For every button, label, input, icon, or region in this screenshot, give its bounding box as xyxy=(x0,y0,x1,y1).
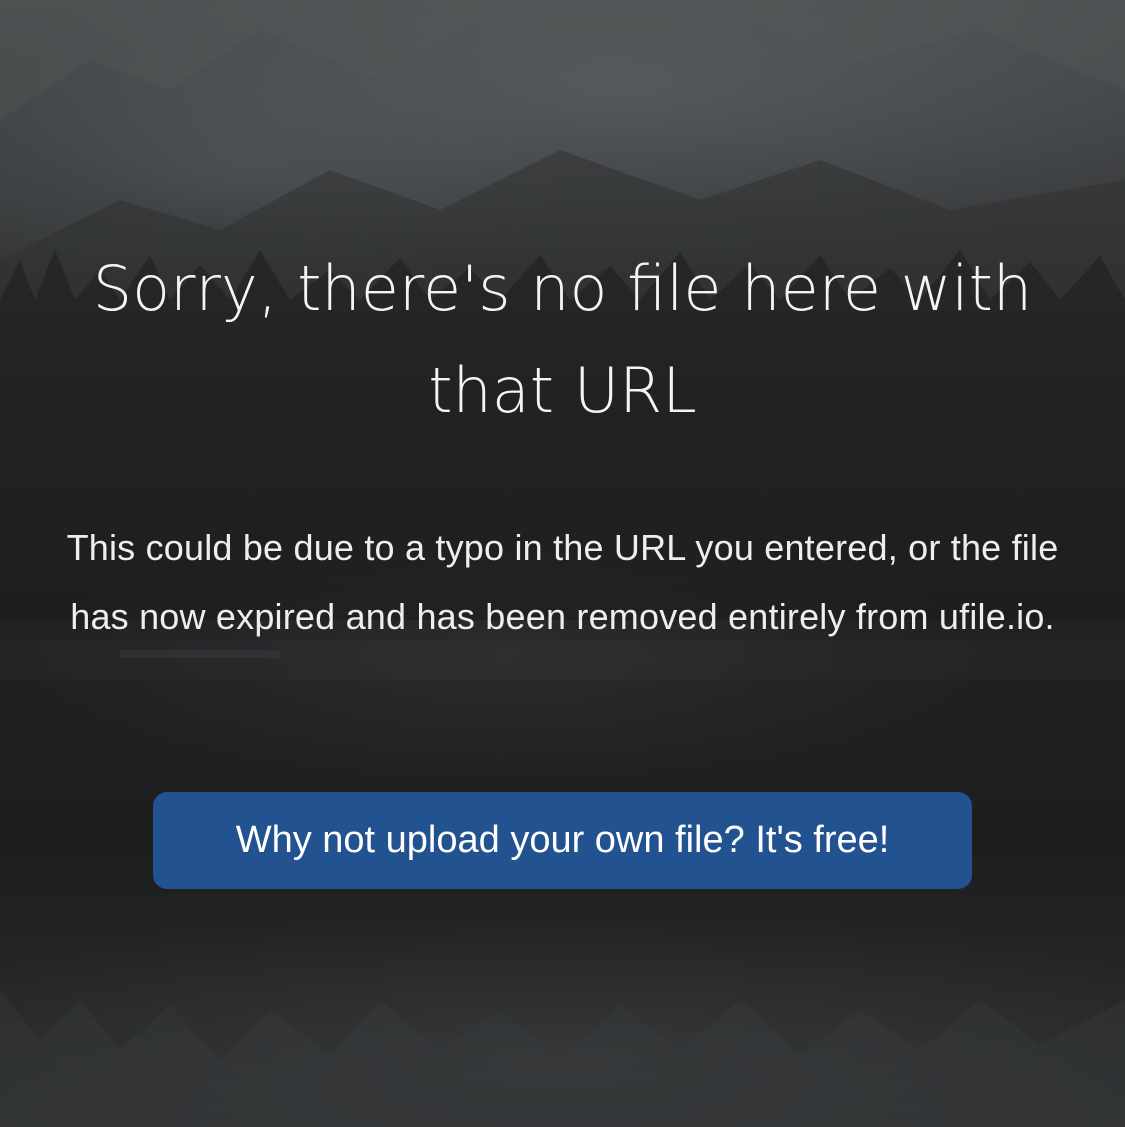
error-headline: Sorry, there's no file here with that UR… xyxy=(92,252,1033,427)
upload-own-file-button[interactable]: Why not upload your own file? It's free! xyxy=(153,792,972,889)
error-message: This could be due to a typo in the URL y… xyxy=(66,527,1059,637)
error-page: Sorry, there's no file here with that UR… xyxy=(0,0,1125,1127)
error-content: Sorry, there's no file here with that UR… xyxy=(0,0,1125,1127)
